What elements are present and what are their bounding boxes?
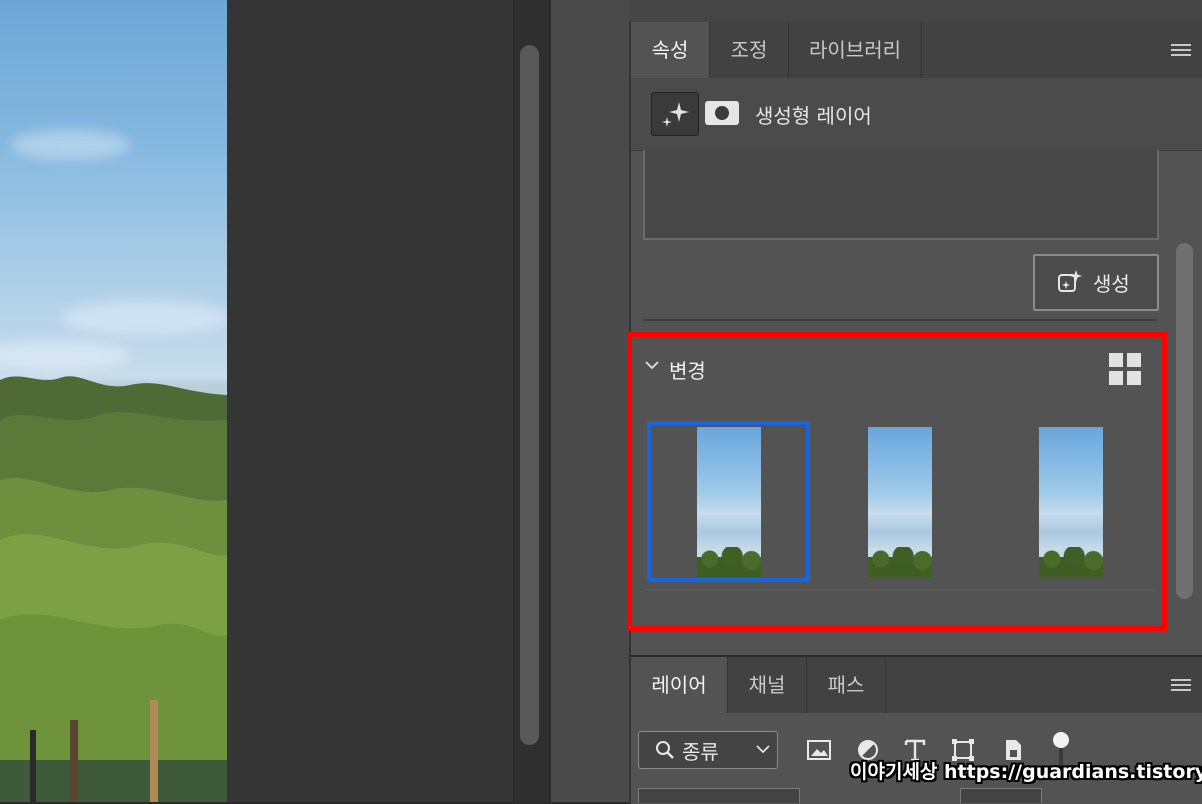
variation-thumbnail-3[interactable] (1039, 427, 1103, 577)
canvas-background (227, 0, 513, 802)
tab-channels[interactable]: 채널 (728, 657, 807, 713)
grid-view-icon[interactable] (1109, 353, 1141, 385)
selected-variation-outline (647, 421, 810, 582)
tab-paths[interactable]: 패스 (807, 657, 886, 713)
properties-scrollbar-thumb[interactable] (1176, 243, 1193, 599)
panel-gutter (549, 0, 631, 802)
chevron-down-icon[interactable] (645, 358, 659, 372)
generate-button-label: 생성 (1093, 272, 1130, 296)
divider (643, 319, 1157, 321)
document-scrollbar-thumb[interactable] (520, 45, 539, 745)
generative-fill-icon[interactable] (651, 92, 699, 136)
panel-menu-icon[interactable] (1171, 44, 1191, 58)
image-filter-icon[interactable] (807, 738, 831, 762)
variation-thumbnail-2[interactable] (868, 427, 932, 577)
panel-top-strip (629, 0, 1202, 22)
blend-mode-row (638, 788, 1042, 803)
blend-mode-select[interactable] (638, 788, 800, 803)
tab-layers[interactable]: 레이어 (631, 657, 728, 713)
layers-tabbar: 레이어 채널 패스 (631, 657, 1202, 713)
generate-icon (1058, 270, 1082, 292)
layer-type-label: 생성형 레이어 (755, 104, 872, 128)
generate-button[interactable]: 생성 (1033, 254, 1159, 311)
search-icon (656, 741, 674, 759)
variations-title: 변경 (669, 359, 706, 383)
canvas-image[interactable] (0, 0, 227, 802)
divider (644, 589, 1154, 590)
layer-filter-label: 종류 (682, 740, 719, 764)
tab-adjustments[interactable]: 조정 (710, 22, 789, 78)
panel-menu-icon[interactable] (1171, 679, 1191, 693)
layer-mask-icon[interactable] (705, 101, 739, 125)
trees-graphic (0, 376, 227, 802)
properties-tabbar: 속성 조정 라이브러리 (631, 22, 1202, 78)
watermark-text: 이야기세상 https://guardians.tistory.com (850, 761, 1202, 783)
tab-libraries[interactable]: 라이브러리 (789, 22, 922, 78)
prompt-input[interactable] (643, 150, 1159, 240)
opacity-input[interactable] (960, 788, 1042, 803)
chevron-down-icon (756, 745, 770, 754)
tab-properties[interactable]: 속성 (631, 22, 710, 78)
